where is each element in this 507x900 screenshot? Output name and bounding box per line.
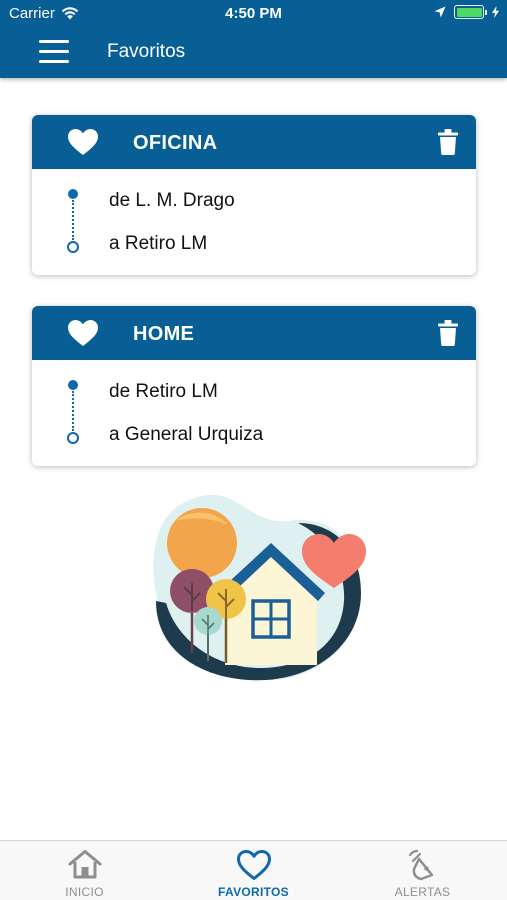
battery-icon: [454, 5, 487, 19]
tab-bar: INICIO FAVORITOS ALERTAS: [0, 840, 507, 900]
trash-icon[interactable]: [438, 320, 458, 346]
origin-dot: [68, 380, 78, 390]
app-header: Carrier 4:50 PM Favoritos: [0, 0, 507, 78]
route-origin: de Retiro LM: [109, 381, 218, 402]
favorite-card[interactable]: OFICINA de L. M. Drago a Retiro LM: [32, 115, 476, 275]
home-favorites-illustration: [153, 494, 366, 681]
tab-alertas[interactable]: ALERTAS: [338, 841, 507, 900]
heart-icon[interactable]: [67, 319, 99, 347]
tab-favoritos[interactable]: FAVORITOS: [169, 841, 338, 900]
heart-icon: [236, 850, 271, 880]
status-bar: Carrier 4:50 PM: [0, 0, 507, 28]
favorite-card-header: OFICINA: [32, 115, 476, 169]
favorite-route: de L. M. Drago a Retiro LM: [32, 169, 476, 275]
route-destination: a Retiro LM: [109, 233, 208, 254]
favorite-route: de Retiro LM a General Urquiza: [32, 360, 476, 466]
route-line: [72, 391, 74, 431]
alert-icon: [408, 849, 433, 881]
battery-fill: [456, 7, 482, 17]
favorite-name: HOME: [133, 323, 195, 345]
heart-icon[interactable]: [67, 128, 99, 156]
app: Carrier 4:50 PM Favoritos OFICINA de L. …: [0, 0, 507, 900]
favorite-card[interactable]: HOME de Retiro LM a General Urquiza: [32, 306, 476, 466]
page-title: Favoritos: [107, 41, 186, 62]
status-indicators: [434, 5, 499, 19]
home-icon: [68, 850, 101, 879]
destination-ring: [67, 241, 79, 253]
tab-label: FAVORITOS: [218, 885, 289, 899]
tab-inicio[interactable]: INICIO: [0, 841, 169, 900]
location-arrow-icon: [434, 6, 446, 18]
route-line: [72, 200, 74, 240]
trash-icon[interactable]: [438, 129, 458, 155]
favorite-name: OFICINA: [133, 132, 218, 154]
status-time: 4:50 PM: [225, 5, 282, 22]
charging-bolt-icon: [492, 6, 499, 18]
destination-ring: [67, 432, 79, 444]
hamburger-icon[interactable]: [39, 40, 71, 64]
tab-label: INICIO: [65, 885, 104, 899]
route-destination: a General Urquiza: [109, 424, 264, 445]
favorite-card-header: HOME: [32, 306, 476, 360]
route-origin: de L. M. Drago: [109, 190, 235, 211]
tab-label: ALERTAS: [394, 885, 451, 899]
origin-dot: [68, 189, 78, 199]
